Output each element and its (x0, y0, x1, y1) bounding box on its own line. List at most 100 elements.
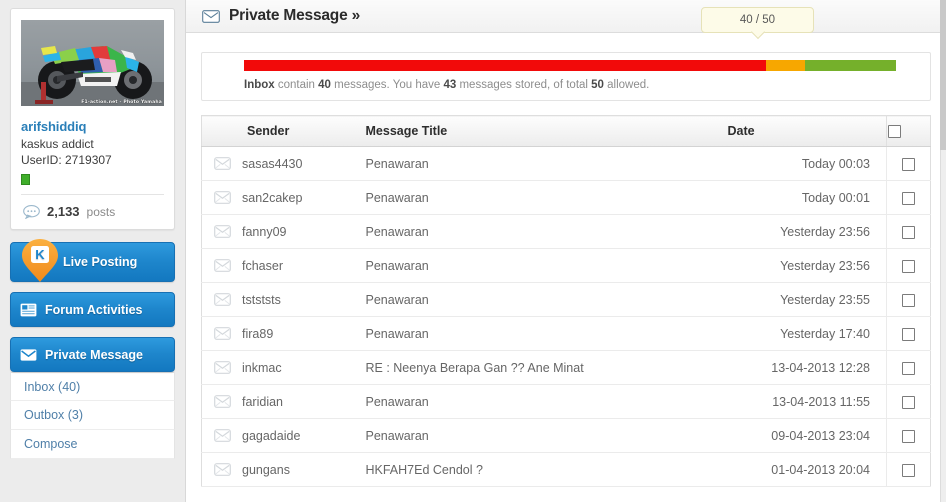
cell-title: Penawaran (353, 248, 727, 283)
row-checkbox[interactable] (902, 191, 915, 205)
row-checkbox[interactable] (902, 327, 915, 341)
submenu-item-inbox[interactable]: Inbox (40) (10, 372, 175, 401)
sender-name[interactable]: fanny09 (242, 225, 286, 239)
column-header-title[interactable]: Message Title (353, 115, 727, 147)
cell-title: RE : Neenya Berapa Gan ?? Ane Minat (353, 350, 727, 385)
sender-name[interactable]: inkmac (242, 361, 282, 375)
envelope-icon (214, 395, 231, 408)
quota-progress-bar (244, 60, 896, 71)
cell-date: 01-04-2013 20:04 (726, 452, 887, 487)
table-row[interactable]: sasas4430 Penawaran Today 00:03 (201, 146, 931, 181)
message-title[interactable]: Penawaran (366, 259, 429, 273)
quota-text-p4: messages. You have (330, 79, 444, 91)
row-checkbox[interactable] (902, 157, 915, 171)
profile-posts-row: 2,133 posts (21, 194, 164, 229)
sidebar-item-label: Private Message (45, 347, 143, 362)
message-title[interactable]: Penawaran (366, 395, 429, 409)
profile-posts-count: 2,133 (47, 204, 80, 219)
submenu-item-outbox[interactable]: Outbox (3) (10, 401, 175, 430)
row-checkbox[interactable] (902, 463, 915, 477)
page-scrollbar-thumb[interactable] (940, 0, 946, 150)
table-row[interactable]: fchaser Penawaran Yesterday 23:56 (201, 248, 931, 283)
cell-date: Today 00:03 (726, 146, 887, 181)
table-row[interactable]: gungans HKFAH7Ed Cendol ? 01-04-2013 20:04 (201, 452, 931, 487)
sender-name[interactable]: san2cakep (242, 191, 302, 205)
column-header-date[interactable]: Date (726, 115, 887, 147)
message-title[interactable]: HKFAH7Ed Cendol ? (366, 463, 483, 477)
table-row[interactable]: tstststs Penawaran Yesterday 23:55 (201, 282, 931, 317)
quota-text-count: 40 (318, 79, 331, 91)
avatar[interactable]: F1-action.net - Photo Yamaha (21, 20, 164, 106)
message-title[interactable]: Penawaran (366, 429, 429, 443)
table-row[interactable]: faridian Penawaran 13-04-2013 11:55 (201, 384, 931, 419)
message-title[interactable]: Penawaran (366, 327, 429, 341)
sender-name[interactable]: sasas4430 (242, 157, 302, 171)
sidebar-item-label: Live Posting (63, 255, 138, 269)
sidebar-item-private-message[interactable]: Private Message (10, 337, 175, 372)
cell-select (886, 180, 931, 215)
sender-name[interactable]: fchaser (242, 259, 283, 273)
cell-select (886, 316, 931, 351)
cell-select (886, 282, 931, 317)
envelope-icon (202, 9, 220, 23)
message-title[interactable]: Penawaran (366, 293, 429, 307)
sender-name[interactable]: gungans (242, 463, 290, 477)
submenu-item-compose[interactable]: Compose (10, 430, 175, 459)
profile-posts-label: posts (86, 204, 116, 219)
quota-text-total: 50 (591, 79, 604, 91)
table-row[interactable]: inkmac RE : Neenya Berapa Gan ?? Ane Mina… (201, 350, 931, 385)
row-checkbox[interactable] (902, 293, 915, 307)
cell-select (886, 418, 931, 453)
select-all-checkbox[interactable] (888, 125, 901, 139)
table-row[interactable]: gagadaide Penawaran 09-04-2013 23:04 (201, 418, 931, 453)
message-title[interactable]: Penawaran (366, 157, 429, 171)
quota-box: Inbox contain 40 messages. You have 43 m… (201, 52, 931, 101)
cell-select (886, 214, 931, 249)
sender-name[interactable]: fira89 (242, 327, 273, 341)
cell-date: 13-04-2013 11:55 (726, 384, 887, 419)
profile-username[interactable]: arifshiddiq (21, 119, 164, 135)
page-scrollbar[interactable] (940, 0, 946, 502)
cell-date: Today 00:01 (726, 180, 887, 215)
sender-name[interactable]: gagadaide (242, 429, 300, 443)
row-checkbox[interactable] (902, 225, 915, 239)
row-checkbox[interactable] (902, 259, 915, 273)
cell-select (886, 452, 931, 487)
cell-sender: gungans (201, 452, 354, 487)
envelope-icon (214, 429, 231, 442)
message-title[interactable]: RE : Neenya Berapa Gan ?? Ane Minat (366, 361, 584, 375)
row-checkbox[interactable] (902, 429, 915, 443)
cell-title: Penawaran (353, 418, 727, 453)
quota-segment-used (244, 60, 766, 71)
cell-sender: fanny09 (201, 214, 354, 249)
main-content: Private Message » 40 / 50 Inbox contain … (185, 0, 946, 502)
cell-select (886, 350, 931, 385)
cell-sender: fchaser (201, 248, 354, 283)
message-title[interactable]: Penawaran (366, 225, 429, 239)
sidebar-item-forum-activities[interactable]: Forum Activities (10, 292, 175, 327)
table-row[interactable]: fanny09 Penawaran Yesterday 23:56 (201, 214, 931, 249)
sender-name[interactable]: tstststs (242, 293, 281, 307)
page-header: Private Message » (186, 0, 946, 33)
envelope-icon (214, 327, 231, 340)
sidebar-item-live-posting[interactable]: K Live Posting (10, 239, 175, 282)
kaskus-pin-icon: K (22, 239, 58, 282)
cell-sender: fira89 (201, 316, 354, 351)
message-title[interactable]: Penawaran (366, 191, 429, 205)
table-row[interactable]: fira89 Penawaran Yesterday 17:40 (201, 316, 931, 351)
column-header-sender[interactable]: Sender (201, 115, 354, 147)
cell-title: Penawaran (353, 384, 727, 419)
cell-title: HKFAH7Ed Cendol ? (353, 452, 727, 487)
column-header-select-all (886, 115, 931, 147)
row-checkbox[interactable] (902, 361, 915, 375)
envelope-icon (214, 191, 231, 204)
svg-text:K: K (35, 247, 45, 262)
row-checkbox[interactable] (902, 395, 915, 409)
table-row[interactable]: san2cakep Penawaran Today 00:01 (201, 180, 931, 215)
table-body: sasas4430 Penawaran Today 00:03 san2cakep Pe… (201, 146, 931, 487)
quota-segment-warning (765, 60, 805, 71)
cell-date: Yesterday 23:56 (726, 248, 887, 283)
sender-name[interactable]: faridian (242, 395, 283, 409)
cell-title: Penawaran (353, 146, 727, 181)
cell-date: 09-04-2013 23:04 (726, 418, 887, 453)
